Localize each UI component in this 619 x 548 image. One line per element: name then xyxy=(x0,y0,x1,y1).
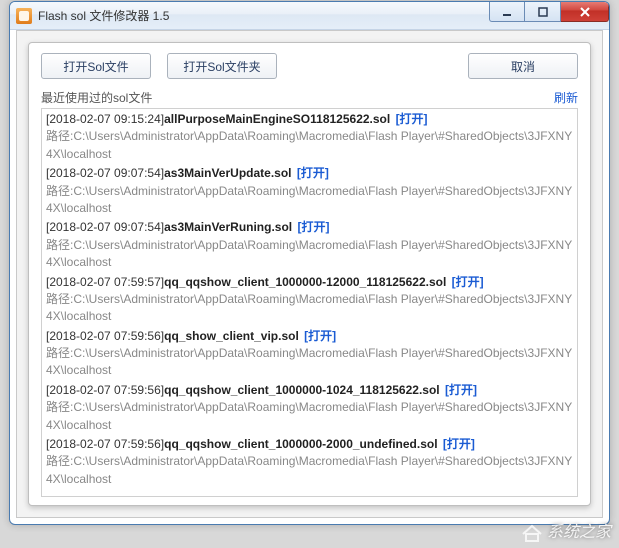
maximize-icon xyxy=(538,7,548,17)
list-item-header: [2018-02-07 09:15:24]allPurposeMainEngin… xyxy=(46,111,573,128)
filename: allPurposeMainEngineSO118125622.sol xyxy=(164,112,390,126)
filename: qq_qqshow_client_1000000-12000_118125622… xyxy=(164,275,446,289)
house-icon xyxy=(521,524,543,542)
timestamp: [2018-02-07 09:07:54] xyxy=(46,220,164,234)
titlebar[interactable]: Flash sol 文件修改器 1.5 xyxy=(10,2,609,30)
open-sol-file-button[interactable]: 打开Sol文件 xyxy=(41,53,151,79)
list-item: [2018-02-07 07:59:57]qq_qqshow_client_10… xyxy=(46,274,573,326)
open-link[interactable]: [打开] xyxy=(396,112,428,126)
timestamp: [2018-02-07 07:59:56] xyxy=(46,329,164,343)
open-link[interactable]: [打开] xyxy=(297,166,329,180)
list-item-header: [2018-02-07 09:07:54]as3MainVerUpdate.so… xyxy=(46,165,573,182)
timestamp: [2018-02-07 07:59:56] xyxy=(46,383,164,397)
watermark-text: 系统之家 xyxy=(547,524,611,541)
refresh-link[interactable]: 刷新 xyxy=(554,89,578,106)
filename: qq_qqshow_client_1000000-2000_undefined.… xyxy=(164,437,437,451)
filename: as3MainVerUpdate.sol xyxy=(164,166,291,180)
file-path: 路径:C:\Users\Administrator\AppData\Roamin… xyxy=(46,291,573,326)
minimize-button[interactable] xyxy=(489,2,525,22)
open-link[interactable]: [打开] xyxy=(304,329,336,343)
file-path: 路径:C:\Users\Administrator\AppData\Roamin… xyxy=(46,128,573,163)
file-path: 路径:C:\Users\Administrator\AppData\Roamin… xyxy=(46,453,573,488)
recent-header: 最近使用过的sol文件 刷新 xyxy=(41,89,578,106)
filename: qq_qqshow_client_1000000-1024_118125622.… xyxy=(164,383,440,397)
timestamp: [2018-02-07 09:15:24] xyxy=(46,112,164,126)
file-path: 路径:C:\Users\Administrator\AppData\Roamin… xyxy=(46,399,573,434)
client-area: 打开Sol文件 打开Sol文件夹 取消 最近使用过的sol文件 刷新 [2018… xyxy=(16,30,603,518)
window-controls xyxy=(489,2,609,22)
list-item: [2018-02-07 07:59:56]qq_qqshow_client_10… xyxy=(46,382,573,434)
filename: as3MainVerRuning.sol xyxy=(164,220,292,234)
open-link[interactable]: [打开] xyxy=(443,437,475,451)
spacer xyxy=(293,53,452,79)
list-item: [2018-02-07 07:59:56]qq_show_client_vip.… xyxy=(46,328,573,380)
minimize-icon xyxy=(502,7,512,17)
open-link[interactable]: [打开] xyxy=(452,275,484,289)
cancel-button[interactable]: 取消 xyxy=(468,53,578,79)
list-item: [2018-02-07 09:07:54]as3MainVerRuning.so… xyxy=(46,219,573,271)
list-item-header: [2018-02-07 07:59:57]qq_qqshow_client_10… xyxy=(46,274,573,291)
list-item: [2018-02-07 09:07:54]as3MainVerUpdate.so… xyxy=(46,165,573,217)
filename: qq_show_client_vip.sol xyxy=(164,329,299,343)
recent-label: 最近使用过的sol文件 xyxy=(41,89,152,106)
open-link[interactable]: [打开] xyxy=(445,383,477,397)
recent-files-list[interactable]: [2018-02-07 09:15:24]allPurposeMainEngin… xyxy=(41,108,578,497)
window-title: Flash sol 文件修改器 1.5 xyxy=(38,7,169,24)
dialog-panel: 打开Sol文件 打开Sol文件夹 取消 最近使用过的sol文件 刷新 [2018… xyxy=(28,42,591,506)
maximize-button[interactable] xyxy=(525,2,561,22)
open-sol-folder-button[interactable]: 打开Sol文件夹 xyxy=(167,53,277,79)
file-path: 路径:C:\Users\Administrator\AppData\Roamin… xyxy=(46,183,573,218)
timestamp: [2018-02-07 07:59:56] xyxy=(46,437,164,451)
list-item-header: [2018-02-07 09:07:54]as3MainVerRuning.so… xyxy=(46,219,573,236)
app-window: Flash sol 文件修改器 1.5 打开Sol文件 打开Sol文件夹 取消 … xyxy=(9,1,610,525)
open-link[interactable]: [打开] xyxy=(298,220,330,234)
button-row: 打开Sol文件 打开Sol文件夹 取消 xyxy=(41,53,578,79)
app-icon xyxy=(16,8,32,24)
close-button[interactable] xyxy=(561,2,609,22)
list-item: [2018-02-07 07:59:56]qq_qqshow_client_10… xyxy=(46,436,573,488)
file-path: 路径:C:\Users\Administrator\AppData\Roamin… xyxy=(46,237,573,272)
list-item-header: [2018-02-07 07:59:56]qq_qqshow_client_10… xyxy=(46,436,573,453)
timestamp: [2018-02-07 07:59:57] xyxy=(46,275,164,289)
close-icon xyxy=(579,6,591,18)
list-item: [2018-02-07 09:15:24]allPurposeMainEngin… xyxy=(46,111,573,163)
timestamp: [2018-02-07 09:07:54] xyxy=(46,166,164,180)
list-item-header: [2018-02-07 07:59:56]qq_qqshow_client_10… xyxy=(46,382,573,399)
list-item-header: [2018-02-07 07:59:56]qq_show_client_vip.… xyxy=(46,328,573,345)
file-path: 路径:C:\Users\Administrator\AppData\Roamin… xyxy=(46,345,573,380)
